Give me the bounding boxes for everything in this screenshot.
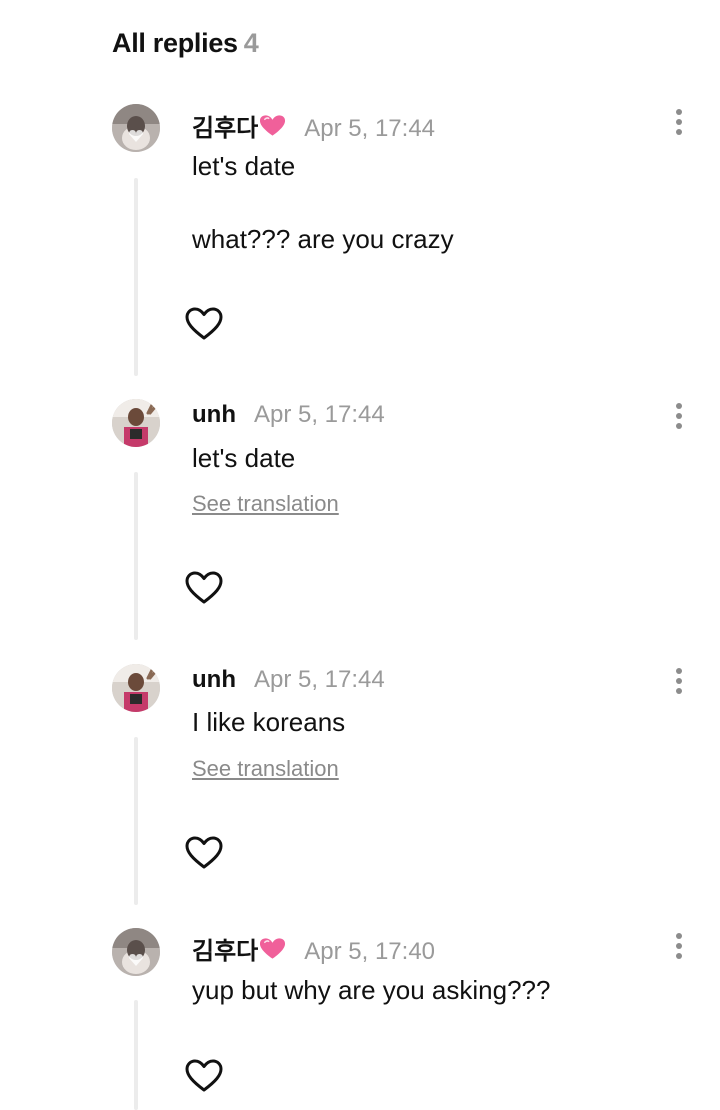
more-dot: [676, 943, 682, 949]
avatar-heart-hands-image: [112, 104, 160, 152]
more-dot: [676, 129, 682, 135]
like-button[interactable]: [184, 835, 224, 871]
more-dot: [676, 119, 682, 125]
timestamp: Apr 5, 17:44: [253, 401, 385, 428]
heart-outline-icon: [185, 836, 223, 869]
username[interactable]: 김후다: [192, 108, 286, 143]
thread-line: [134, 178, 138, 376]
username[interactable]: unh: [192, 401, 236, 429]
replies-header: All replies 4: [112, 28, 259, 59]
like-button[interactable]: [184, 1058, 224, 1094]
heart-outline-icon: [185, 571, 223, 604]
pink-heart-emoji-icon: [260, 937, 286, 959]
avatar-selfie-image: [112, 664, 160, 712]
more-vertical-icon: [676, 933, 682, 939]
reply-meta: unh Apr 5, 17:44: [192, 666, 385, 694]
more-dot: [676, 678, 682, 684]
more-dot: [676, 413, 682, 419]
see-translation-link[interactable]: See translation: [192, 756, 339, 782]
reply-text-line: let's date: [192, 151, 296, 181]
heart-outline-icon: [185, 307, 223, 340]
thread-line: [134, 472, 138, 640]
more-dot: [676, 688, 682, 694]
avatar[interactable]: [112, 664, 160, 712]
avatar[interactable]: [112, 104, 160, 152]
avatar[interactable]: [112, 399, 160, 447]
avatar[interactable]: [112, 928, 160, 976]
reply-text-line: yup but why are you asking???: [192, 975, 551, 1005]
more-options-button[interactable]: [668, 401, 690, 431]
replies-title: All replies: [112, 28, 238, 58]
timestamp: Apr 5, 17:44: [304, 115, 436, 142]
username[interactable]: unh: [192, 666, 236, 694]
thread-line: [134, 1000, 138, 1110]
more-vertical-icon: [676, 668, 682, 674]
username[interactable]: 김후다: [192, 931, 286, 966]
like-button[interactable]: [184, 570, 224, 606]
replies-count: 4: [243, 28, 259, 58]
more-options-button[interactable]: [668, 107, 690, 137]
more-dot: [676, 953, 682, 959]
pink-heart-emoji-icon: [260, 114, 286, 136]
reply-text-line: I like koreans: [192, 707, 346, 737]
avatar-heart-hands-image: [112, 928, 160, 976]
like-button[interactable]: [184, 306, 224, 342]
more-vertical-icon: [676, 403, 682, 409]
reply-text-line: what??? are you crazy: [192, 224, 454, 254]
more-vertical-icon: [676, 109, 682, 115]
thread-line: [134, 737, 138, 905]
more-options-button[interactable]: [668, 931, 690, 961]
more-dot: [676, 423, 682, 429]
reply-meta: unh Apr 5, 17:44: [192, 401, 385, 429]
avatar-selfie-image: [112, 399, 160, 447]
more-options-button[interactable]: [668, 666, 690, 696]
reply-text-line: let's date: [192, 443, 296, 473]
reply-meta: 김후다 Apr 5, 17:40: [192, 931, 435, 966]
reply-meta: 김후다 Apr 5, 17:44: [192, 108, 435, 143]
timestamp: Apr 5, 17:44: [253, 666, 385, 693]
see-translation-link[interactable]: See translation: [192, 491, 339, 517]
heart-outline-icon: [185, 1059, 223, 1092]
timestamp: Apr 5, 17:40: [304, 938, 436, 965]
